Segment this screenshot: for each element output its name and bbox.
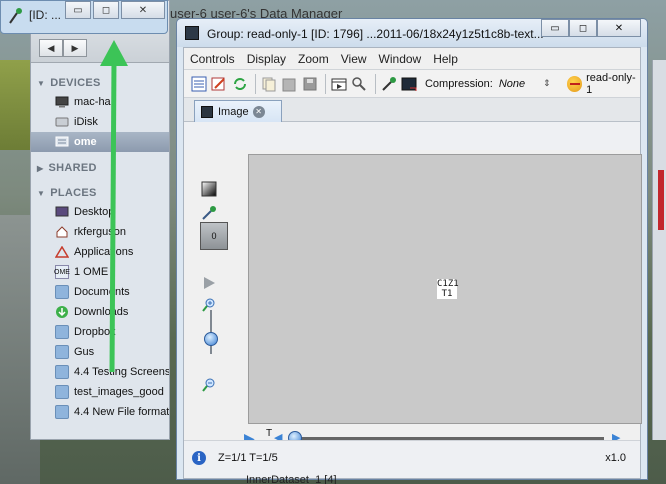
- image-icon: [201, 105, 213, 118]
- viewer-content: Controls Display Zoom View Window Help C…: [183, 47, 642, 479]
- sidebar-item-mac[interactable]: mac-ha: [31, 92, 169, 112]
- sidebar-item-gus[interactable]: Gus: [31, 342, 169, 362]
- computer-icon: [55, 95, 69, 109]
- ome-icon: OME: [54, 265, 70, 279]
- nav-buttons: ◀ ▶: [39, 39, 87, 57]
- sidebar-item-documents[interactable]: Documents: [31, 282, 169, 302]
- zoom-in-icon[interactable]: [200, 296, 218, 314]
- sidebar-section-places[interactable]: ▼ PLACES: [31, 183, 169, 202]
- menu-help[interactable]: Help: [433, 52, 458, 66]
- sidebar-item-desktop[interactable]: Desktop: [31, 202, 169, 222]
- compression-select[interactable]: None: [499, 78, 525, 90]
- z-t-status: Z=1/1 T=1/5: [218, 452, 278, 464]
- background-window-edge: [652, 60, 666, 440]
- pipette-icon[interactable]: [380, 75, 397, 93]
- menu-controls[interactable]: Controls: [190, 52, 235, 66]
- zoom-out-icon[interactable]: [200, 376, 218, 394]
- pipette-icon: [7, 7, 23, 28]
- channel-button[interactable]: 0: [200, 222, 228, 250]
- maximize-button[interactable]: ◻: [93, 1, 119, 19]
- sidebar-item-applications[interactable]: Applications: [31, 242, 169, 262]
- network-share-icon: [55, 135, 69, 149]
- toolbar-separator: [325, 73, 327, 94]
- compression-label: Compression:: [424, 77, 493, 90]
- mini-window-title: [ID: ...: [29, 8, 62, 22]
- grayscale-icon[interactable]: [200, 180, 218, 198]
- minimize-button[interactable]: ▭: [541, 19, 569, 37]
- play-icon[interactable]: [200, 274, 218, 292]
- group-label[interactable]: read-only-1: [586, 72, 640, 96]
- forward-button[interactable]: ▶: [63, 39, 87, 57]
- documents-icon: [55, 285, 69, 299]
- image-label: C1Z1 T1: [437, 279, 459, 299]
- background-window-mark: [658, 170, 664, 230]
- minimize-button[interactable]: ▭: [65, 1, 91, 19]
- rendering-settings-icon[interactable]: [190, 75, 207, 93]
- close-button[interactable]: ✕: [121, 1, 165, 19]
- refresh-icon[interactable]: [231, 75, 248, 93]
- home-icon: [55, 225, 69, 239]
- sidebar-item-test-images[interactable]: test_images_good: [31, 382, 169, 402]
- movie-icon[interactable]: [330, 75, 347, 93]
- zoom-factor: x1.0: [605, 452, 626, 464]
- finder-sidebar: ▼ DEVICES mac-ha iDisk ome ▶ SHARED ▼ PLACE…: [31, 63, 169, 439]
- tab-row: Image ✕: [184, 98, 640, 122]
- info-icon[interactable]: i: [192, 451, 206, 465]
- downloads-icon: [55, 305, 69, 319]
- image-canvas[interactable]: C1Z1 T1: [248, 154, 642, 424]
- desktop-icon: [55, 205, 69, 219]
- sidebar-section-shared[interactable]: ▶ SHARED: [31, 158, 169, 177]
- sidebar-item-home[interactable]: rkferguson: [31, 222, 169, 242]
- paste-icon[interactable]: [281, 75, 298, 93]
- compression-arrows-icon[interactable]: ⇕: [543, 78, 551, 89]
- zoom-slider-knob[interactable]: [204, 332, 218, 346]
- image-viewer: 0 C1Z1 T1 ▶ T ◀ ▶: [184, 150, 642, 456]
- time-axis-label: T: [266, 428, 273, 439]
- image-icon: [185, 26, 199, 40]
- close-button[interactable]: ✕: [597, 19, 641, 37]
- sidebar-section-devices[interactable]: ▼ DEVICES: [31, 73, 169, 92]
- copy-icon[interactable]: [260, 75, 277, 93]
- sidebar-item-idisk[interactable]: iDisk: [31, 112, 169, 132]
- applications-icon: [55, 245, 69, 259]
- window-title: Group: read-only-1 [ID: 1796] ...2011-06…: [207, 27, 544, 41]
- sidebar-item-downloads[interactable]: Downloads: [31, 302, 169, 322]
- folder-icon: [55, 385, 69, 399]
- mini-window[interactable]: [ID: ... ▭ ◻ ✕: [0, 0, 168, 34]
- menu-window[interactable]: Window: [379, 52, 422, 66]
- folder-icon: [55, 405, 69, 419]
- toolbar: Compression: None ⇕ read-only-1: [184, 70, 640, 98]
- back-button[interactable]: ◀: [39, 39, 63, 57]
- folder-icon: [55, 345, 69, 359]
- idisk-icon: [55, 115, 69, 129]
- tree-item-inner-dataset[interactable]: InnerDataset_1 [4]: [246, 474, 337, 484]
- tab-image[interactable]: Image ✕: [194, 100, 282, 122]
- search-icon[interactable]: [351, 75, 368, 93]
- menu-display[interactable]: Display: [247, 52, 286, 66]
- pipette-icon[interactable]: [200, 204, 218, 222]
- toolbar-separator: [255, 73, 257, 94]
- title-bar[interactable]: Group: read-only-1 [ID: 1796] ...2011-06…: [177, 19, 647, 47]
- menu-zoom[interactable]: Zoom: [298, 52, 329, 66]
- save-icon[interactable]: [301, 75, 318, 93]
- toolbar-separator: [375, 73, 377, 94]
- menu-view[interactable]: View: [341, 52, 367, 66]
- status-bar: i Z=1/1 T=1/5 x1.0: [184, 440, 640, 478]
- edit-settings-icon[interactable]: [210, 75, 227, 93]
- sidebar-item-ome[interactable]: ome: [31, 132, 169, 152]
- dropbox-icon: [55, 325, 69, 339]
- menubar: Controls Display Zoom View Window Help: [184, 48, 640, 70]
- sidebar-item-new-file-format[interactable]: 4.4 New File format: [31, 402, 169, 422]
- sidebar-item-dropbox[interactable]: Dropbox: [31, 322, 169, 342]
- viewer-side-toolbar: 0: [196, 150, 228, 420]
- image-export-icon[interactable]: [401, 75, 418, 93]
- finder-window: ◀ ▶ ▼ DEVICES mac-ha iDisk ome ▶ SHARED ▼ P…: [30, 0, 170, 440]
- folder-icon: [55, 365, 69, 379]
- sidebar-item-testing-screens[interactable]: 4.4 Testing Screens: [31, 362, 169, 382]
- group-permission-icon: [566, 75, 583, 92]
- maximize-button[interactable]: ◻: [569, 19, 597, 37]
- image-viewer-window: Group: read-only-1 [ID: 1796] ...2011-06…: [176, 18, 648, 480]
- sidebar-item-ome-folder[interactable]: OME 1 OME: [31, 262, 169, 282]
- close-icon[interactable]: ✕: [252, 105, 265, 118]
